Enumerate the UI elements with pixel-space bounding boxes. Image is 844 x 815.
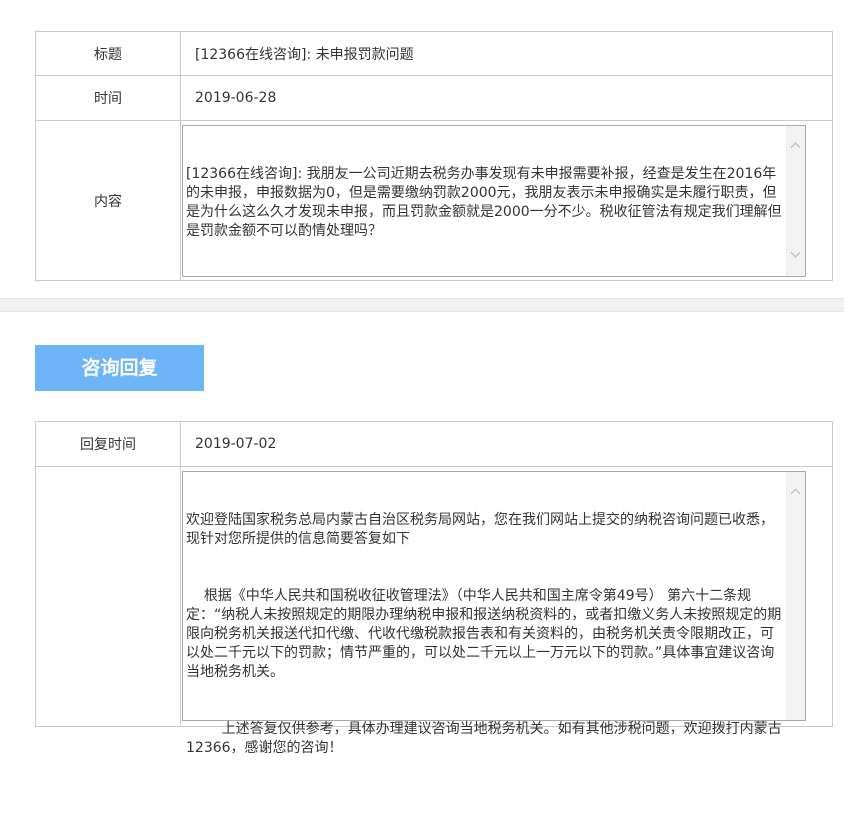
reply-content-textarea[interactable]: 欢迎登陆国家税务总局内蒙古自治区税务局网站，您在我们网站上提交的纳税咨询问题已收… <box>182 471 806 756</box>
reply-time-label: 回复时间 <box>35 421 181 467</box>
title-value: [12366在线咨询]: 未申报罚款问题 <box>180 31 833 76</box>
reply-content-label <box>35 466 181 727</box>
section-divider <box>0 298 844 312</box>
reply-paragraph-1: 欢迎登陆国家税务总局内蒙古自治区税务局网站，您在我们网站上提交的纳税咨询问题已收… <box>186 512 774 547</box>
reply-section-tab[interactable]: 咨询回复 <box>35 345 204 391</box>
title-label: 标题 <box>35 31 181 76</box>
reply-time-value: 2019-07-02 <box>180 421 833 467</box>
scrollbar[interactable] <box>786 472 805 720</box>
scroll-up-arrow-icon[interactable] <box>790 142 801 153</box>
content-label: 内容 <box>35 120 181 281</box>
reply-table: 回复时间 2019-07-02 欢迎登陆国家税务总局内蒙古自治区税务局网站，您在… <box>35 421 833 756</box>
question-table: 标题 [12366在线咨询]: 未申报罚款问题 时间 2019-06-28 内容… <box>35 31 833 281</box>
time-value: 2019-06-28 <box>180 75 833 121</box>
question-content-text: [12366在线咨询]: 我朋友一公司近期去税务办事发现有未申报需要补报，经查是… <box>186 166 782 239</box>
scrollbar[interactable] <box>786 126 805 276</box>
question-content-textarea[interactable]: [12366在线咨询]: 我朋友一公司近期去税务办事发现有未申报需要补报，经查是… <box>182 125 806 277</box>
time-label: 时间 <box>35 75 181 121</box>
scroll-up-arrow-icon[interactable] <box>790 488 801 499</box>
reply-paragraph-3: 上述答复仅供参考，具体办理建议咨询当地税务机关。如有其他涉税问题，欢迎拨打内蒙古… <box>186 721 782 756</box>
scroll-down-arrow-icon[interactable] <box>790 247 801 258</box>
reply-paragraph-2: 根据《中华人民共和国税收征收管理法》（中华人民共和国主席令第49号） 第六十二条… <box>186 588 782 680</box>
